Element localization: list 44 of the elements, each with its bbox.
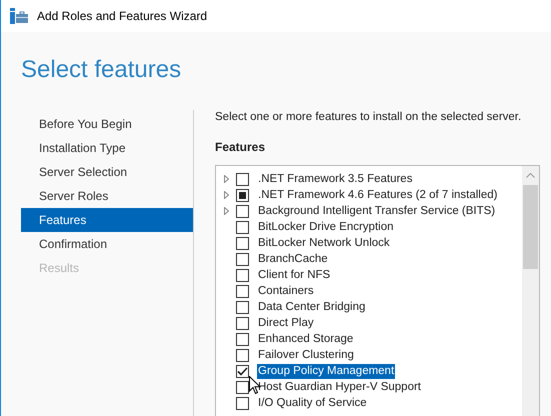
features-label: Features <box>215 140 266 154</box>
feature-item[interactable]: Group Policy Management <box>257 364 396 378</box>
wizard-step[interactable]: Confirmation <box>21 232 193 256</box>
checkbox[interactable] <box>236 188 249 202</box>
feature-item[interactable]: BranchCache <box>257 252 329 266</box>
wizard-step[interactable]: Installation Type <box>21 136 193 160</box>
server-toolbox-icon <box>10 8 28 24</box>
page-heading: Select features <box>20 55 182 85</box>
feature-item[interactable]: Background Intelligent Transfer Service (BITS) <box>257 204 496 218</box>
feature-item[interactable]: I/O Quality of Service <box>257 396 368 410</box>
wizard-step[interactable]: Server Selection <box>21 160 193 184</box>
checkbox[interactable] <box>236 284 249 298</box>
feature-item[interactable]: Containers <box>257 284 315 298</box>
checkbox[interactable] <box>236 268 249 282</box>
feature-item[interactable]: .NET Framework 4.6 Features (2 of 7 installed) <box>257 188 498 202</box>
feature-item[interactable]: BitLocker Drive Encryption <box>257 220 394 234</box>
feature-item[interactable]: Client for NFS <box>257 268 332 282</box>
checkbox[interactable] <box>236 204 249 218</box>
scrollbar-thumb[interactable] <box>523 185 538 269</box>
feature-item[interactable]: Enhanced Storage <box>257 332 354 346</box>
window-title: Add Roles and Features Wizard <box>37 9 208 23</box>
checkbox[interactable] <box>236 236 249 250</box>
mouse-pointer-icon <box>249 376 261 395</box>
wizard-step: Results <box>21 256 193 280</box>
feature-item[interactable]: Failover Clustering <box>257 348 355 362</box>
feature-item[interactable]: Direct Play <box>257 316 315 330</box>
feature-item[interactable]: Data Center Bridging <box>257 300 366 314</box>
checkbox[interactable] <box>236 252 249 266</box>
wizard-step[interactable]: Features <box>21 208 193 232</box>
feature-item[interactable]: Host Guardian Hyper-V Support <box>257 380 422 394</box>
wizard-step[interactable]: Server Roles <box>21 184 193 208</box>
checkbox[interactable] <box>236 396 249 410</box>
checkbox[interactable] <box>236 220 249 234</box>
checkbox[interactable] <box>236 348 249 362</box>
checkbox[interactable] <box>236 364 249 378</box>
checkbox[interactable] <box>236 172 249 186</box>
checkbox[interactable] <box>236 332 249 346</box>
checkbox[interactable] <box>236 380 249 394</box>
wizard-step[interactable]: Before You Begin <box>21 112 193 136</box>
checkbox[interactable] <box>236 316 249 330</box>
instruction-text: Select one or more features to install on the selected server. <box>215 111 522 123</box>
feature-item[interactable]: BitLocker Network Unlock <box>257 236 391 250</box>
checkbox[interactable] <box>236 300 249 314</box>
feature-item[interactable]: .NET Framework 3.5 Features <box>257 172 414 186</box>
